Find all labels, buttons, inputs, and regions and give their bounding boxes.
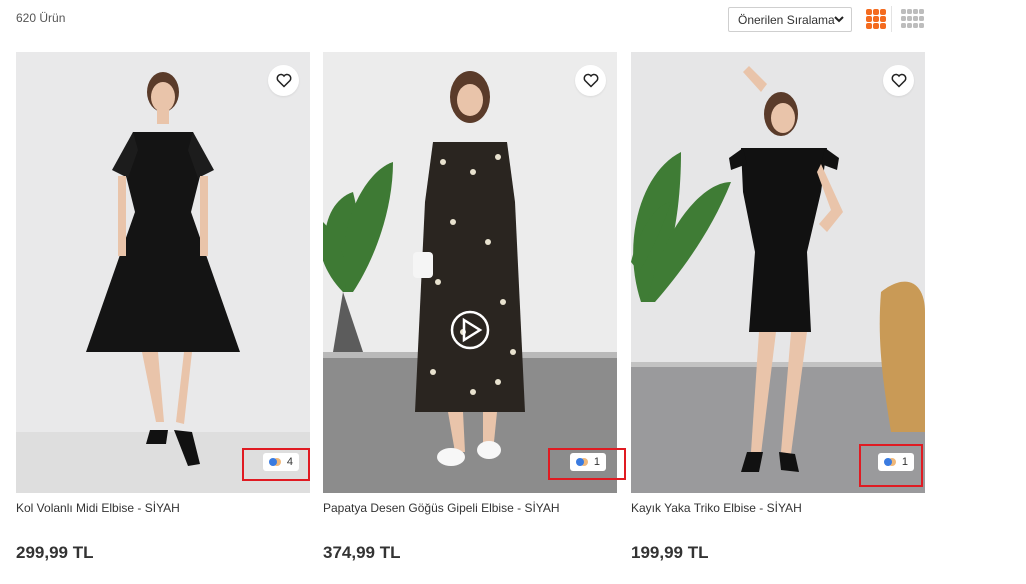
listing-toolbar: 620 Ürün Önerilen Sıralama	[0, 0, 1026, 40]
grid-4-view-button[interactable]	[900, 8, 924, 30]
product-card[interactable]: 1 Papatya Desen Göğüs Gipeli Elbise - Sİ…	[323, 52, 617, 562]
product-title[interactable]: Papatya Desen Göğüs Gipeli Elbise - SİYA…	[323, 501, 623, 515]
grid-3-icon	[866, 9, 886, 29]
product-title[interactable]: Kayık Yaka Triko Elbise - SİYAH	[631, 501, 931, 515]
heart-icon	[891, 73, 906, 88]
product-title[interactable]: Kol Volanlı Midi Elbise - SİYAH	[16, 501, 316, 515]
sort-select[interactable]: Önerilen Sıralama	[728, 7, 852, 32]
grid-4-icon	[901, 9, 924, 28]
heart-icon	[583, 73, 598, 88]
product-photo	[16, 52, 310, 493]
view-divider	[891, 6, 892, 32]
highlight-box	[548, 448, 626, 480]
highlight-box	[859, 444, 923, 487]
product-card[interactable]: 1 Kayık Yaka Triko Elbise - SİYAH 199,99…	[631, 52, 925, 562]
product-price: 299,99 TL	[16, 543, 94, 562]
product-price: 199,99 TL	[631, 543, 709, 562]
product-image[interactable]: 4	[16, 52, 310, 493]
product-image[interactable]: 1	[631, 52, 925, 493]
highlight-box	[242, 448, 310, 481]
product-photo	[631, 52, 925, 493]
favorite-button[interactable]	[268, 65, 299, 96]
heart-icon	[276, 73, 291, 88]
chevron-down-icon	[834, 16, 844, 23]
favorite-button[interactable]	[883, 65, 914, 96]
product-photo	[323, 52, 617, 493]
sort-selected-value: Önerilen Sıralama	[738, 13, 835, 27]
product-price: 374,99 TL	[323, 543, 401, 562]
product-count: 620 Ürün	[16, 11, 66, 25]
product-image[interactable]: 1	[323, 52, 617, 493]
grid-3-view-button[interactable]	[864, 8, 888, 30]
product-card[interactable]: 4 Kol Volanlı Midi Elbise - SİYAH 299,99…	[16, 52, 310, 562]
favorite-button[interactable]	[575, 65, 606, 96]
